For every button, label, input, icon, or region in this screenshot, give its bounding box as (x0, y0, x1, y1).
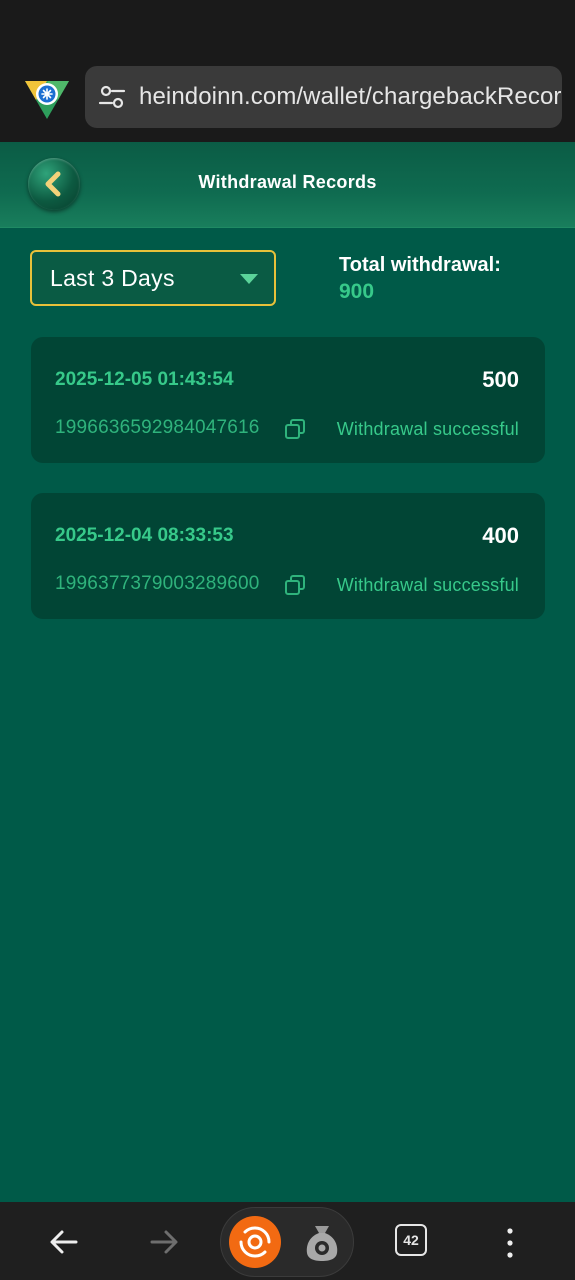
caret-down-icon (240, 274, 258, 284)
record-date: 2025-12-04 08:33:53 (55, 525, 234, 546)
app-root: heindoinn.com/wallet/chargebackRecord Wi… (0, 0, 575, 1280)
page-header: Withdrawal Records (0, 142, 575, 228)
copy-icon[interactable] (283, 573, 307, 597)
address-bar[interactable]: heindoinn.com/wallet/chargebackRecord (85, 66, 562, 128)
tune-icon[interactable] (97, 82, 127, 112)
record-card: 2025-12-05 01:43:54 500 1996636592984047… (31, 337, 545, 463)
arrow-left-icon[interactable] (46, 1224, 82, 1260)
total-withdrawal-value: 900 (339, 280, 375, 303)
record-status: Withdrawal successful (336, 419, 519, 439)
record-amount: 400 (482, 523, 519, 548)
record-card: 2025-12-04 08:33:53 400 1996377379003289… (31, 493, 545, 619)
copy-icon[interactable] (283, 417, 307, 441)
record-order-id: 1996636592984047616 (55, 417, 260, 438)
status-bar (0, 0, 575, 62)
tab-switcher-button[interactable]: 42 (395, 1224, 427, 1256)
more-vertical-icon[interactable] (500, 1226, 520, 1260)
record-order-id: 1996377379003289600 (55, 573, 260, 594)
record-amount: 500 (482, 367, 519, 392)
page-title: Withdrawal Records (198, 172, 377, 192)
brand-logo-icon[interactable] (229, 1216, 281, 1268)
browser-logo-icon[interactable] (22, 74, 72, 124)
url-text[interactable]: heindoinn.com/wallet/chargebackRecord (139, 83, 562, 111)
total-withdrawal-label: Total withdrawal: (339, 254, 501, 276)
date-range-value: Last 3 Days (50, 264, 175, 291)
wallet-bag-icon[interactable] (302, 1220, 342, 1264)
browser-toolbar: heindoinn.com/wallet/chargebackRecord (0, 62, 575, 142)
record-date: 2025-12-05 01:43:54 (55, 369, 234, 390)
browser-bottom-nav: 42 (0, 1202, 575, 1280)
arrow-right-icon[interactable] (146, 1224, 182, 1260)
record-status: Withdrawal successful (336, 575, 519, 595)
date-range-select[interactable]: Last 3 Days (30, 250, 276, 306)
